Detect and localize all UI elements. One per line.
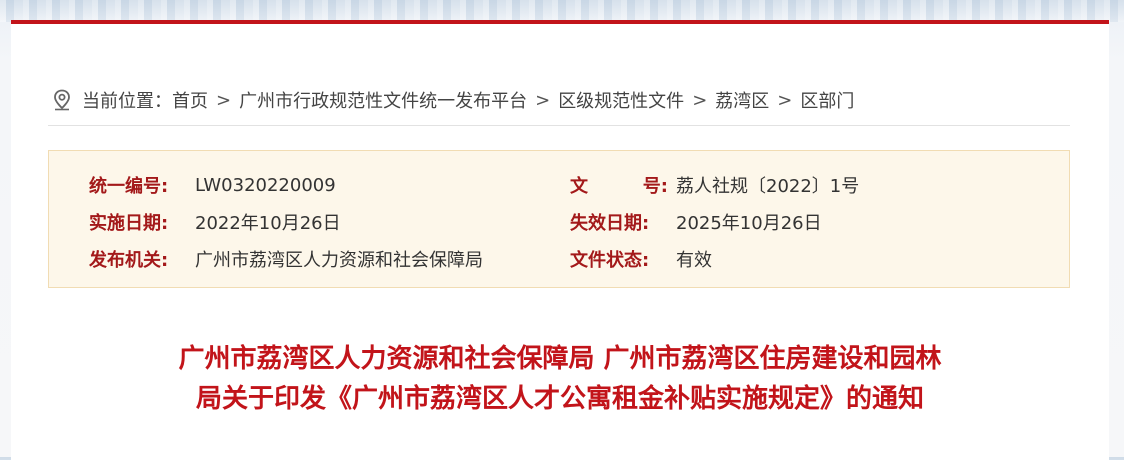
document-title-line-1: 广州市荔湾区人力资源和社会保障局 广州市荔湾区住房建设和园林 (178, 344, 942, 374)
document-title-line-2: 局关于印发《广州市荔湾区人才公寓租金补贴实施规定》的通知 (195, 384, 924, 414)
breadcrumb-separator: > (777, 89, 793, 111)
breadcrumb-prefix: 当前位置： (82, 91, 172, 112)
breadcrumb-separator: > (535, 89, 551, 111)
breadcrumb-separator: > (692, 89, 708, 111)
meta-status-value: 有效 (676, 250, 712, 271)
meta-expire-value: 2025年10月26日 (676, 213, 822, 234)
meta-code-row: 统一编号: LW0320220009 (89, 172, 336, 198)
meta-docno-label-b: 号: (642, 176, 668, 197)
header-banner (0, 0, 1124, 22)
meta-expire-label: 失效日期: (570, 213, 650, 234)
breadcrumb-home[interactable]: 首页 (172, 87, 208, 113)
breadcrumb-divider (48, 125, 1070, 126)
meta-effective-label: 实施日期: (89, 213, 169, 234)
breadcrumb-department[interactable]: 区部门 (800, 87, 854, 113)
meta-status-row: 文件状态: 有效 (570, 246, 712, 272)
meta-docno-label-a: 文 (570, 176, 588, 197)
breadcrumb-separator: > (216, 89, 232, 111)
meta-docno-value: 荔人社规〔2022〕1号 (676, 176, 860, 197)
meta-code-value: LW0320220009 (195, 174, 336, 196)
meta-issuer-label: 发布机关: (89, 250, 169, 271)
meta-status-label: 文件状态: (570, 250, 650, 271)
meta-effective-value: 2022年10月26日 (195, 213, 341, 234)
breadcrumb: 当前位置： 首页 > 广州市行政规范性文件统一发布平台 > 区级规范性文件 > … (52, 86, 854, 114)
document-title: 广州市荔湾区人力资源和社会保障局 广州市荔湾区住房建设和园林 局关于印发《广州市… (11, 339, 1109, 419)
meta-docno-label: 文 号: (570, 172, 668, 198)
breadcrumb-platform[interactable]: 广州市行政规范性文件统一发布平台 (239, 87, 527, 113)
meta-docno-row: 文 号: 荔人社规〔2022〕1号 (570, 172, 859, 198)
breadcrumb-district-docs[interactable]: 区级规范性文件 (558, 87, 684, 113)
meta-effective-row: 实施日期: 2022年10月26日 (89, 209, 341, 235)
location-pin-icon (52, 89, 72, 111)
meta-issuer-value: 广州市荔湾区人力资源和社会保障局 (195, 250, 483, 271)
meta-code-label: 统一编号: (89, 176, 169, 197)
content-panel: 当前位置： 首页 > 广州市行政规范性文件统一发布平台 > 区级规范性文件 > … (11, 20, 1109, 460)
meta-issuer-row: 发布机关: 广州市荔湾区人力资源和社会保障局 (89, 246, 483, 272)
breadcrumb-liwan[interactable]: 荔湾区 (715, 87, 769, 113)
document-meta-box: 统一编号: LW0320220009 文 号: 荔人社规〔2022〕1号 实施日… (48, 150, 1070, 288)
meta-expire-row: 失效日期: 2025年10月26日 (570, 209, 822, 235)
